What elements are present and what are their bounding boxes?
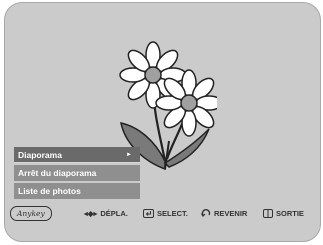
menu-item-label: Liste de photos: [18, 186, 81, 196]
back-label: REVENIR: [214, 208, 248, 218]
bottom-help-bar: Anykey ◂◆▸ DÉPLA. SELECT. REVENIR SORTIE: [5, 206, 320, 221]
exit-hint: SORTIE: [263, 206, 304, 220]
move-label: DÉPLA.: [100, 208, 128, 218]
move-hint: ◂◆▸ DÉPLA.: [84, 206, 128, 220]
arrows-icon: ◂◆▸: [84, 208, 98, 218]
menu-item-liste-photos[interactable]: Liste de photos: [14, 183, 140, 199]
menu-item-arret-diaporama[interactable]: Arrêt du diaporama: [14, 165, 140, 181]
submenu-arrow-icon: ►: [126, 152, 132, 158]
menu-item-label: Arrêt du diaporama: [18, 168, 97, 178]
enter-icon: [143, 208, 154, 218]
menu-item-label: Diaporama: [18, 150, 62, 160]
menu-item-diaporama[interactable]: Diaporama ►: [14, 147, 140, 163]
select-label: SELECT.: [157, 208, 188, 218]
select-hint: SELECT.: [143, 206, 188, 220]
exit-icon: [263, 208, 273, 218]
exit-label: SORTIE: [276, 208, 304, 218]
return-icon: [201, 208, 211, 218]
tv-screen: Diaporama ► Arrêt du diaporama Liste de …: [4, 2, 321, 242]
anykey-button[interactable]: Anykey: [10, 206, 52, 221]
back-hint: REVENIR: [201, 206, 247, 220]
slideshow-menu: Diaporama ► Arrêt du diaporama Liste de …: [14, 147, 140, 201]
